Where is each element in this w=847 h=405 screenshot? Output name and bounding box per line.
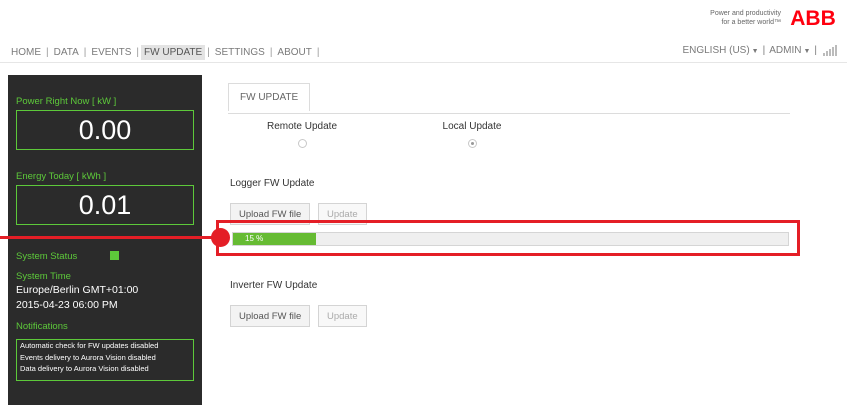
nav-separator: | [762, 45, 766, 56]
notification-item: Events delivery to Aurora Vision disable… [20, 352, 156, 362]
nav-separator: | [316, 47, 320, 58]
local-update-label: Local Update [442, 121, 502, 132]
signal-strength-icon [823, 45, 837, 56]
tab-fw-update[interactable]: FW UPDATE [228, 83, 311, 111]
callout-highlight-box [216, 220, 800, 256]
power-value: 0.00 [16, 110, 194, 150]
notifications-label: Notifications [16, 321, 68, 332]
language-label: ENGLISH (US) [682, 45, 750, 56]
top-right-menu: ENGLISH (US) ▼ | ADMIN ▼ | [682, 45, 837, 56]
status-indicator [110, 251, 119, 260]
nav-separator: | [269, 47, 273, 58]
local-update-radio[interactable] [467, 139, 477, 148]
abb-logo: ABB [790, 8, 836, 28]
nav-about[interactable]: ABOUT [274, 45, 314, 60]
callout-line [0, 236, 222, 239]
language-dropdown[interactable]: ENGLISH (US) ▼ [682, 45, 758, 56]
user-label: ADMIN [769, 45, 802, 56]
tab-divider [228, 113, 790, 114]
power-label: Power Right Now [ kW ] [16, 96, 117, 107]
local-update-option[interactable]: Local Update [432, 121, 512, 148]
timezone-value: Europe/Berlin GMT+01:00 [16, 284, 139, 296]
system-status-label: System Status [16, 251, 78, 262]
status-sidebar: Power Right Now [ kW ] 0.00 Energy Today… [8, 75, 202, 405]
tagline-line-1: Power and productivity [710, 10, 781, 17]
logger-fw-update-title: Logger FW Update [230, 178, 315, 189]
nav-separator: | [46, 47, 49, 58]
nav-separator: | [207, 47, 210, 58]
nav-separator: | [83, 47, 87, 58]
nav-fw-update[interactable]: FW UPDATE [141, 45, 206, 60]
energy-label: Energy Today [ kWh ] [16, 171, 107, 182]
chevron-down-icon: ▼ [803, 48, 811, 55]
remote-update-option[interactable]: Remote Update [262, 121, 342, 148]
inverter-upload-fw-button[interactable]: Upload FW file [230, 305, 311, 327]
brand-tagline: Power and productivity for a better worl… [710, 9, 781, 27]
nav-separator: | [136, 47, 140, 58]
remote-update-radio[interactable] [297, 139, 307, 148]
tagline-line-2: for a better world™ [721, 19, 781, 26]
remote-update-label: Remote Update [266, 121, 338, 132]
nav-settings[interactable]: SETTINGS [212, 45, 268, 60]
notification-item: Automatic check for FW updates disabled [20, 341, 159, 350]
notification-item: Data delivery to Aurora Vision disabled [20, 364, 149, 373]
nav-events[interactable]: EVENTS [88, 45, 134, 60]
inverter-update-button[interactable]: Update [318, 305, 367, 327]
energy-value: 0.01 [16, 185, 194, 225]
datetime-value: 2015-04-23 06:00 PM [16, 299, 118, 311]
system-time-label: System Time [16, 271, 71, 282]
nav-data[interactable]: DATA [51, 45, 82, 60]
brand: Power and productivity for a better worl… [710, 8, 837, 28]
nav-home[interactable]: HOME [8, 45, 44, 60]
notifications-box: Automatic check for FW updates disabled … [16, 339, 194, 381]
inverter-fw-update-title: Inverter FW Update [230, 280, 318, 291]
callout-dot [211, 228, 230, 247]
top-navigation: HOME | DATA | EVENTS | FW UPDATE | SETTI… [8, 45, 321, 60]
svg-text:ABB: ABB [790, 8, 836, 28]
header-divider [0, 62, 847, 63]
chevron-down-icon: ▼ [751, 48, 759, 55]
user-dropdown[interactable]: ADMIN ▼ [769, 45, 810, 56]
nav-separator: | [814, 45, 817, 56]
